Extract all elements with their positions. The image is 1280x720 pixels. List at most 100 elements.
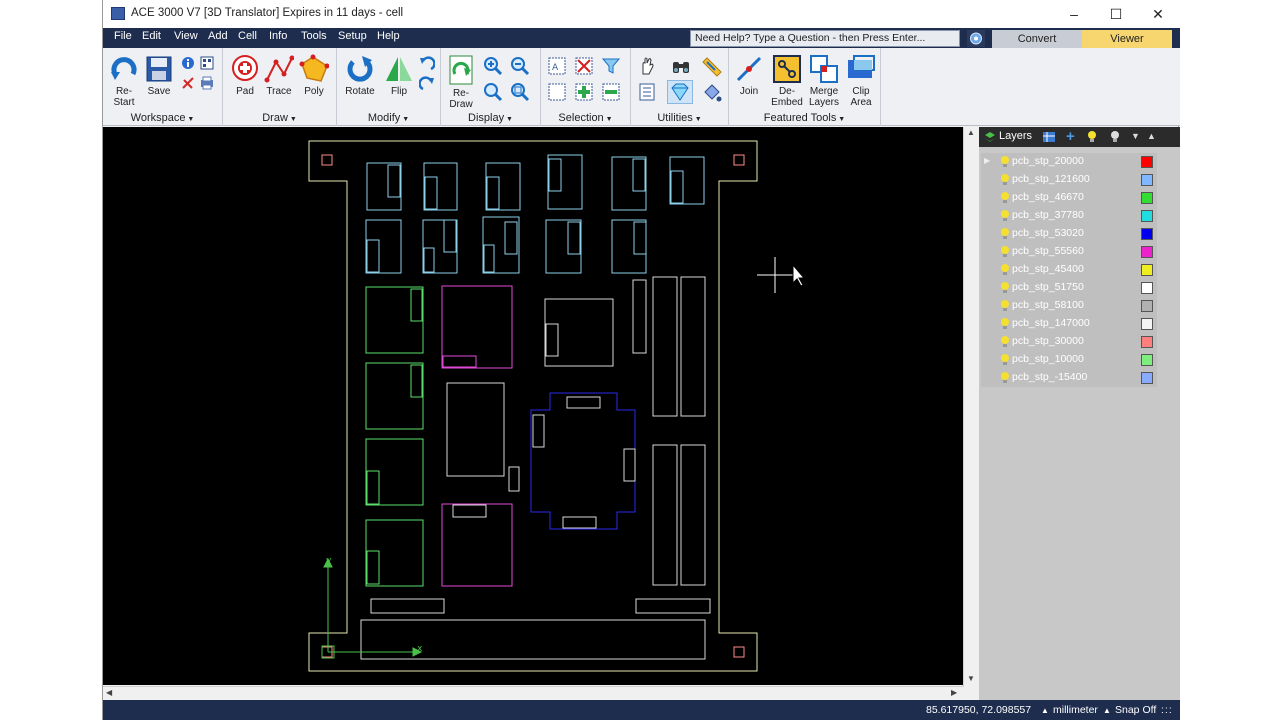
layer-color-swatch[interactable] <box>1141 282 1153 294</box>
flip-button[interactable]: Flip <box>379 54 419 97</box>
layer-bulb-icon[interactable] <box>1000 353 1010 366</box>
layer-bulb-icon[interactable] <box>1000 263 1010 276</box>
scroll-left-arrow[interactable]: ◀ <box>106 688 112 697</box>
layer-color-swatch[interactable] <box>1141 336 1153 348</box>
layer-color-swatch[interactable] <box>1141 372 1153 384</box>
horizontal-scrollbar[interactable]: ◀ ▶ <box>103 686 963 699</box>
trace-button[interactable]: Trace <box>259 54 299 97</box>
display-group-label[interactable]: Display <box>441 112 540 124</box>
binoculars-icon[interactable] <box>671 56 691 76</box>
draw-group-label[interactable]: Draw <box>223 112 336 124</box>
vertical-scrollbar[interactable]: ▲ ▼ <box>963 127 976 687</box>
select-window-icon[interactable] <box>547 82 567 102</box>
redraw-button[interactable]: Re- Draw <box>441 54 481 110</box>
featured-tools-group-label[interactable]: Featured Tools <box>729 112 880 124</box>
layer-bulb-icon[interactable] <box>1000 299 1010 312</box>
layer-bulb-icon[interactable] <box>1000 173 1010 186</box>
print-icon[interactable] <box>200 76 214 90</box>
snap-toggle[interactable]: Snap Off <box>1115 704 1156 716</box>
close-button[interactable]: ✕ <box>1137 0 1179 28</box>
resize-grip-icon[interactable]: ::: <box>1161 704 1173 716</box>
maximize-button[interactable]: ☐ <box>1095 0 1137 28</box>
drawing-canvas[interactable]: x y <box>103 127 963 685</box>
menu-edit[interactable]: Edit <box>142 30 161 42</box>
scroll-right-arrow[interactable]: ▶ <box>951 688 957 697</box>
move-down-icon[interactable]: ▼ <box>1131 131 1140 141</box>
menu-tools[interactable]: Tools <box>301 30 327 42</box>
layer-color-swatch[interactable] <box>1141 354 1153 366</box>
layer-color-swatch[interactable] <box>1141 174 1153 186</box>
menu-cell[interactable]: Cell <box>238 30 257 42</box>
zoom-fit-icon[interactable] <box>483 82 503 102</box>
layer-bulb-icon[interactable] <box>1000 317 1010 330</box>
layer-item[interactable]: pcb_stp_30000 <box>981 333 1157 351</box>
workspace-group-label[interactable]: Workspace <box>103 112 222 124</box>
snap-caret-icon[interactable]: ▲ <box>1103 706 1111 715</box>
units-selector[interactable]: millimeter <box>1053 704 1098 716</box>
poly-button[interactable]: Poly <box>294 54 334 97</box>
layer-color-swatch[interactable] <box>1141 228 1153 240</box>
layer-bulb-icon[interactable] <box>1000 191 1010 204</box>
bulb-on-icon[interactable] <box>1087 130 1097 143</box>
layer-color-swatch[interactable] <box>1141 300 1153 312</box>
de-embed-button[interactable]: De- Embed <box>767 54 807 108</box>
layer-item[interactable]: pcb_stp_51750 <box>981 279 1157 297</box>
menu-view[interactable]: View <box>174 30 198 42</box>
layer-item[interactable]: pcb_stp_-15400 <box>981 369 1157 387</box>
add-to-selection-icon[interactable] <box>574 82 594 102</box>
layer-bulb-icon[interactable] <box>1000 227 1010 240</box>
remove-from-selection-icon[interactable] <box>601 82 621 102</box>
measure-icon[interactable] <box>701 56 723 78</box>
filter-icon[interactable] <box>601 56 621 76</box>
layer-item[interactable]: pcb_stp_121600 <box>981 171 1157 189</box>
redo-icon[interactable] <box>419 76 435 92</box>
layer-bulb-icon[interactable] <box>1000 209 1010 222</box>
tab-convert[interactable]: Convert <box>992 30 1082 48</box>
scroll-down-arrow[interactable]: ▼ <box>967 674 975 683</box>
layer-color-swatch[interactable] <box>1141 192 1153 204</box>
units-caret-icon[interactable]: ▲ <box>1041 706 1049 715</box>
layer-item[interactable]: pcb_stp_45400 <box>981 261 1157 279</box>
layer-item[interactable]: pcb_stp_46670 <box>981 189 1157 207</box>
pdf-export-icon[interactable] <box>181 76 195 90</box>
save-button[interactable]: Save <box>139 54 179 97</box>
zoom-window-icon[interactable] <box>510 82 530 102</box>
modify-group-label[interactable]: Modify <box>337 112 440 124</box>
tab-viewer[interactable]: Viewer <box>1082 30 1172 48</box>
layer-bulb-icon[interactable] <box>1000 155 1010 168</box>
layer-color-swatch[interactable] <box>1141 210 1153 222</box>
menu-info[interactable]: Info <box>269 30 287 42</box>
menu-setup[interactable]: Setup <box>338 30 367 42</box>
report-icon[interactable] <box>637 82 657 102</box>
layer-item[interactable]: pcb_stp_37780 <box>981 207 1157 225</box>
clip-area-button[interactable]: Clip Area <box>841 54 881 108</box>
pan-hand-icon[interactable] <box>637 56 657 76</box>
bulb-off-icon[interactable] <box>1110 130 1120 143</box>
utilities-group-label[interactable]: Utilities <box>631 112 728 124</box>
layer-item[interactable]: pcb_stp_53020 <box>981 225 1157 243</box>
grid-options-icon[interactable] <box>200 56 214 70</box>
layer-bulb-icon[interactable] <box>1000 335 1010 348</box>
move-up-icon[interactable]: ▲ <box>1147 131 1156 141</box>
layer-item[interactable]: pcb_stp_58100 <box>981 297 1157 315</box>
menu-add[interactable]: Add <box>208 30 228 42</box>
layer-color-swatch[interactable] <box>1141 264 1153 276</box>
restart-button[interactable]: Re- Start <box>104 54 144 108</box>
menu-help[interactable]: Help <box>377 30 400 42</box>
undo-icon[interactable] <box>419 56 435 72</box>
scroll-up-arrow[interactable]: ▲ <box>967 128 975 137</box>
zoom-out-icon[interactable] <box>510 56 530 76</box>
layer-item[interactable]: pcb_stp_10000 <box>981 351 1157 369</box>
add-layer-icon[interactable]: + <box>1066 128 1075 145</box>
menu-file[interactable]: File <box>114 30 132 42</box>
selection-group-label[interactable]: Selection <box>541 112 630 124</box>
layer-item[interactable]: pcb_stp_55560 <box>981 243 1157 261</box>
help-search-input[interactable]: Need Help? Type a Question - then Press … <box>690 30 960 47</box>
layer-color-swatch[interactable] <box>1141 156 1153 168</box>
layer-bulb-icon[interactable] <box>1000 281 1010 294</box>
help-globe-icon[interactable] <box>967 30 985 47</box>
layer-item[interactable]: pcb_stp_147000 <box>981 315 1157 333</box>
layer-table-icon[interactable] <box>1043 131 1055 143</box>
gem-tool-highlight[interactable] <box>667 80 693 104</box>
layer-bulb-icon[interactable] <box>1000 371 1010 384</box>
